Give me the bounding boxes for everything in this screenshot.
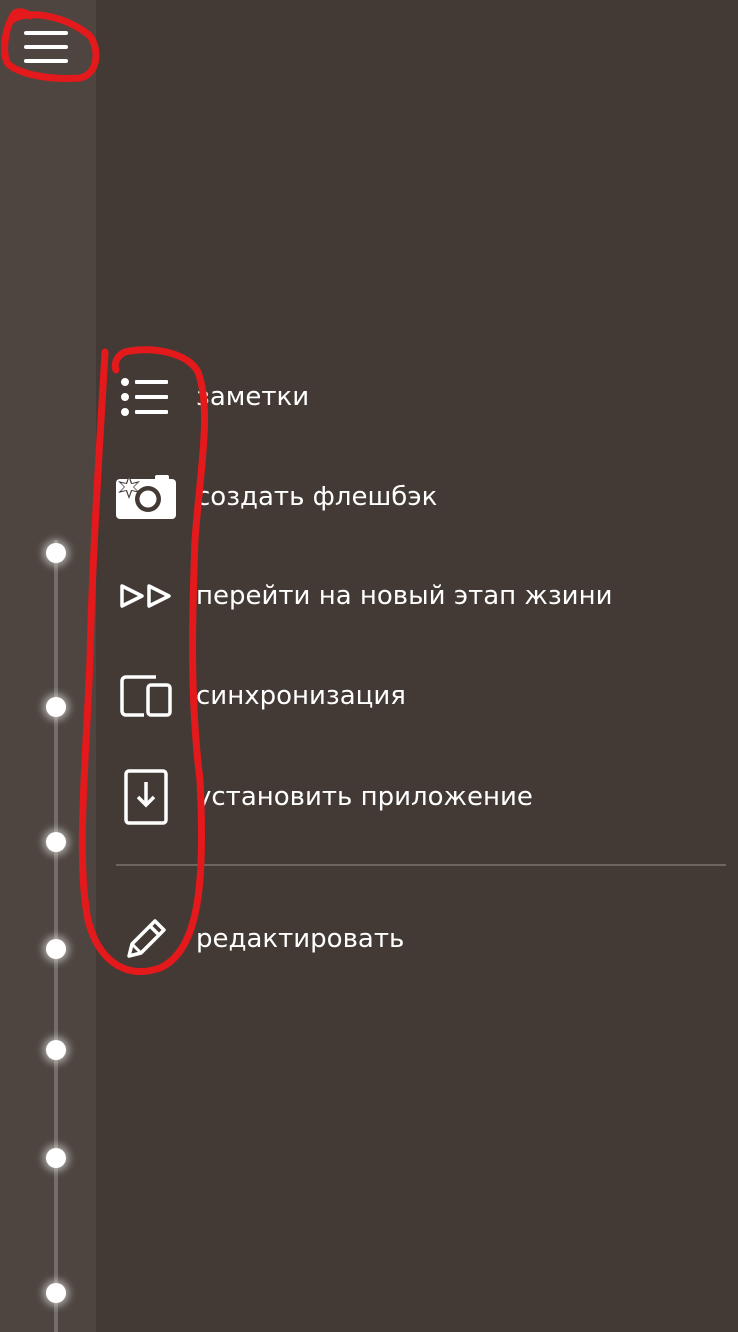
timeline-dot[interactable]: [46, 543, 66, 563]
menu-divider: [116, 864, 726, 866]
timeline-dot[interactable]: [46, 832, 66, 852]
install-download-icon: [114, 767, 178, 827]
timeline-dot[interactable]: [46, 1040, 66, 1060]
menu-item-label: перейти на новый этап жзини: [196, 581, 613, 611]
menu-item-new-life-stage[interactable]: перейти на новый этап жзини: [96, 556, 726, 636]
timeline-dot[interactable]: [46, 1283, 66, 1303]
menu-item-label: создать флешбэк: [196, 482, 438, 512]
timeline-dot[interactable]: [46, 1148, 66, 1168]
side-menu: заметки создать флешбэк перейти на новый…: [96, 0, 738, 1332]
hamburger-menu-icon[interactable]: [18, 22, 74, 72]
timeline-dot[interactable]: [46, 697, 66, 717]
pencil-icon: [114, 909, 178, 969]
timeline-line: [54, 540, 58, 1332]
timeline-dot[interactable]: [46, 939, 66, 959]
menu-item-label: заметки: [196, 382, 310, 412]
menu-item-edit[interactable]: редактировать: [96, 899, 726, 979]
devices-sync-icon: [114, 666, 178, 726]
notes-list-icon: [114, 367, 178, 427]
fast-forward-icon: [114, 566, 178, 626]
camera-flash-icon: [114, 467, 178, 527]
menu-item-install-app[interactable]: установить приложение: [96, 757, 726, 837]
menu-item-create-flashback[interactable]: создать флешбэк: [96, 457, 726, 537]
menu-item-label: редактировать: [196, 924, 405, 954]
menu-item-label: синхронизация: [196, 681, 406, 711]
menu-item-sync[interactable]: синхронизация: [96, 656, 726, 736]
timeline-rail: [0, 0, 96, 1332]
menu-item-label: установить приложение: [196, 782, 533, 812]
menu-item-notes[interactable]: заметки: [96, 357, 726, 437]
